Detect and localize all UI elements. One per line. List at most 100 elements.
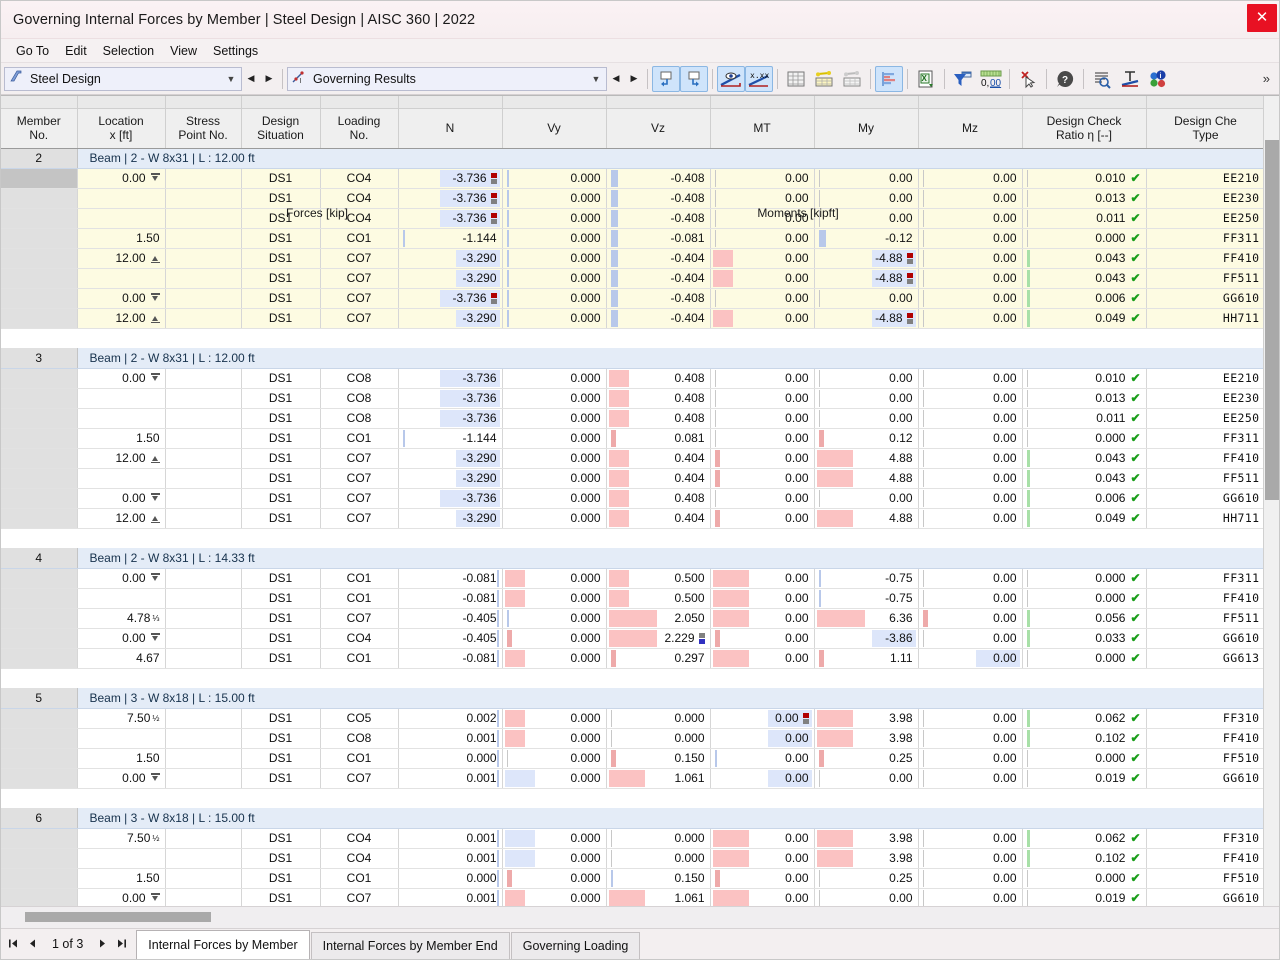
moment-my-cell[interactable]: 0.00	[814, 168, 919, 189]
stress-point-cell[interactable]	[165, 588, 242, 609]
stress-point-cell[interactable]	[165, 268, 242, 289]
design-check-type-cell[interactable]: GG610	[1146, 768, 1266, 789]
table-row[interactable]: 1.50 DS1 CO1 -1.144 0.000 -0.081 0.00 -0.12 0.00…	[1, 228, 1266, 249]
location-cell[interactable]: 0.00	[77, 568, 166, 589]
design-check-ratio-cell[interactable]: 0.062 ✔	[1022, 708, 1147, 729]
design-check-type-cell[interactable]: EE210	[1146, 368, 1266, 389]
header-stress-point-no[interactable]: Stress Point No.	[165, 108, 242, 149]
stress-point-cell[interactable]	[165, 208, 242, 229]
loading-no-cell[interactable]: CO1	[320, 868, 399, 889]
force-vz-cell[interactable]: 0.081	[606, 428, 711, 449]
loading-no-cell[interactable]: CO8	[320, 728, 399, 749]
row-selector-cell[interactable]	[1, 288, 78, 309]
force-vy-cell[interactable]: 0.000	[502, 628, 607, 649]
design-situation-cell[interactable]: DS1	[241, 468, 321, 489]
redo-arrow-icon[interactable]	[680, 65, 708, 92]
design-check-ratio-cell[interactable]: 0.049 ✔	[1022, 508, 1147, 529]
design-check-ratio-cell[interactable]: 0.102 ✔	[1022, 728, 1147, 749]
table-row[interactable]: DS1 CO4 -3.736 0.000 -0.408 0.00 0.00 0.00 0.011…	[1, 208, 1266, 229]
force-vy-cell[interactable]: 0.000	[502, 608, 607, 629]
force-n-cell[interactable]: -3.736	[398, 388, 503, 409]
moment-mt-cell[interactable]: 0.00	[710, 228, 815, 249]
design-situation-cell[interactable]: DS1	[241, 588, 321, 609]
header-design-situation[interactable]: Design Situation	[241, 108, 321, 149]
excel-export-icon[interactable]: X	[912, 66, 940, 92]
stress-point-cell[interactable]	[165, 628, 242, 649]
moment-my-cell[interactable]: 6.36	[814, 608, 919, 629]
moment-mt-cell[interactable]: 0.00	[710, 708, 815, 729]
moment-mt-cell[interactable]: 0.00	[710, 408, 815, 429]
first-page-button[interactable]	[5, 933, 22, 955]
loading-no-cell[interactable]: CO7	[320, 308, 399, 329]
stress-point-cell[interactable]	[165, 488, 242, 509]
design-check-ratio-cell[interactable]: 0.043 ✔	[1022, 248, 1147, 269]
force-vy-cell[interactable]: 0.000	[502, 208, 607, 229]
design-check-type-cell[interactable]: GG613	[1146, 648, 1266, 669]
force-n-cell[interactable]: 0.000	[398, 748, 503, 769]
row-selector-cell[interactable]	[1, 488, 78, 509]
row-selector-cell[interactable]	[1, 768, 78, 789]
row-selector-cell[interactable]	[1, 568, 78, 589]
moment-mz-cell[interactable]: 0.00	[918, 368, 1023, 389]
moment-mz-cell[interactable]: 0.00	[918, 308, 1023, 329]
location-cell[interactable]: 4.78 ⅓	[77, 608, 166, 629]
header-force-vy[interactable]: Vy	[502, 108, 607, 149]
force-vz-cell[interactable]: 1.061	[606, 768, 711, 789]
design-situation-cell[interactable]: DS1	[241, 168, 321, 189]
member-no-cell[interactable]: 6	[1, 808, 78, 829]
location-cell[interactable]: 0.00	[77, 628, 166, 649]
help-icon[interactable]: ?	[1051, 66, 1079, 92]
location-cell[interactable]: 1.50	[77, 228, 166, 249]
moment-mz-cell[interactable]: 0.00	[918, 248, 1023, 269]
force-n-cell[interactable]: -0.081	[398, 648, 503, 669]
moment-mt-cell[interactable]: 0.00	[710, 728, 815, 749]
row-selector-cell[interactable]	[1, 848, 78, 869]
force-vy-cell[interactable]: 0.000	[502, 828, 607, 849]
scroll-up-arrow[interactable]	[1265, 96, 1279, 111]
table-row[interactable]: DS1 CO7 -3.290 0.000 0.404 0.00 4.88 0.00 0.043 ✔…	[1, 468, 1266, 489]
design-check-ratio-cell[interactable]: 0.019 ✔	[1022, 768, 1147, 789]
moment-mz-cell[interactable]: 0.00	[918, 608, 1023, 629]
force-n-cell[interactable]: -3.736	[398, 188, 503, 209]
location-cell[interactable]	[77, 588, 166, 609]
moment-mt-cell[interactable]: 0.00	[710, 588, 815, 609]
force-vy-cell[interactable]: 0.000	[502, 168, 607, 189]
location-cell[interactable]: 12.00	[77, 308, 166, 329]
force-vz-cell[interactable]: -0.408	[606, 208, 711, 229]
member-no-cell[interactable]: 5	[1, 688, 78, 709]
filter-icon[interactable]	[949, 66, 977, 92]
design-check-ratio-cell[interactable]: 0.006 ✔	[1022, 488, 1147, 509]
moment-my-cell[interactable]: 0.00	[814, 288, 919, 309]
force-n-cell[interactable]: -3.290	[398, 468, 503, 489]
member-group-header[interactable]: 4 Beam | 2 - W 8x31 | L : 14.33 ft	[1, 548, 1265, 569]
moment-mt-cell[interactable]: 0.00	[710, 308, 815, 329]
force-vy-cell[interactable]: 0.000	[502, 508, 607, 529]
header-loading-no[interactable]: Loading No.	[320, 108, 399, 149]
moment-mt-cell[interactable]: 0.00	[710, 168, 815, 189]
info-icon[interactable]: i	[1144, 66, 1172, 92]
row-selector-cell[interactable]	[1, 188, 78, 209]
horizontal-scrollbar[interactable]	[1, 906, 1279, 928]
design-situation-cell[interactable]: DS1	[241, 648, 321, 669]
moment-my-cell[interactable]: 0.25	[814, 748, 919, 769]
table-row[interactable]: 1.50 DS1 CO1 0.000 0.000 0.150 0.00 0.25 0.00 0.0…	[1, 748, 1266, 769]
find-icon[interactable]	[1088, 66, 1116, 92]
row-selector-cell[interactable]	[1, 368, 78, 389]
moment-my-cell[interactable]: 3.98	[814, 708, 919, 729]
design-situation-cell[interactable]: DS1	[241, 308, 321, 329]
design-situation-cell[interactable]: DS1	[241, 388, 321, 409]
moment-mt-cell[interactable]: 0.00	[710, 428, 815, 449]
prev-page-button[interactable]	[24, 933, 41, 955]
force-n-cell[interactable]: -1.144	[398, 228, 503, 249]
stress-point-cell[interactable]	[165, 408, 242, 429]
row-selector-cell[interactable]	[1, 388, 78, 409]
moment-my-cell[interactable]: 4.88	[814, 508, 919, 529]
table-row[interactable]: 0.00 DS1 CO7 0.001 0.000 1.061 0.00 0.00 0.00 0.0…	[1, 768, 1266, 789]
design-situation-cell[interactable]: DS1	[241, 248, 321, 269]
design-check-type-cell[interactable]: FF311	[1146, 228, 1266, 249]
loading-no-cell[interactable]: CO7	[320, 888, 399, 906]
loading-no-cell[interactable]: CO7	[320, 268, 399, 289]
table-row[interactable]: 12.00 DS1 CO7 -3.290 0.000 0.404 0.00 4.88 0.00 0…	[1, 508, 1266, 529]
design-check-ratio-cell[interactable]: 0.043 ✔	[1022, 448, 1147, 469]
table-row[interactable]: 1.50 DS1 CO1 0.000 0.000 0.150 0.00 0.25 0.00 0.0…	[1, 868, 1266, 889]
